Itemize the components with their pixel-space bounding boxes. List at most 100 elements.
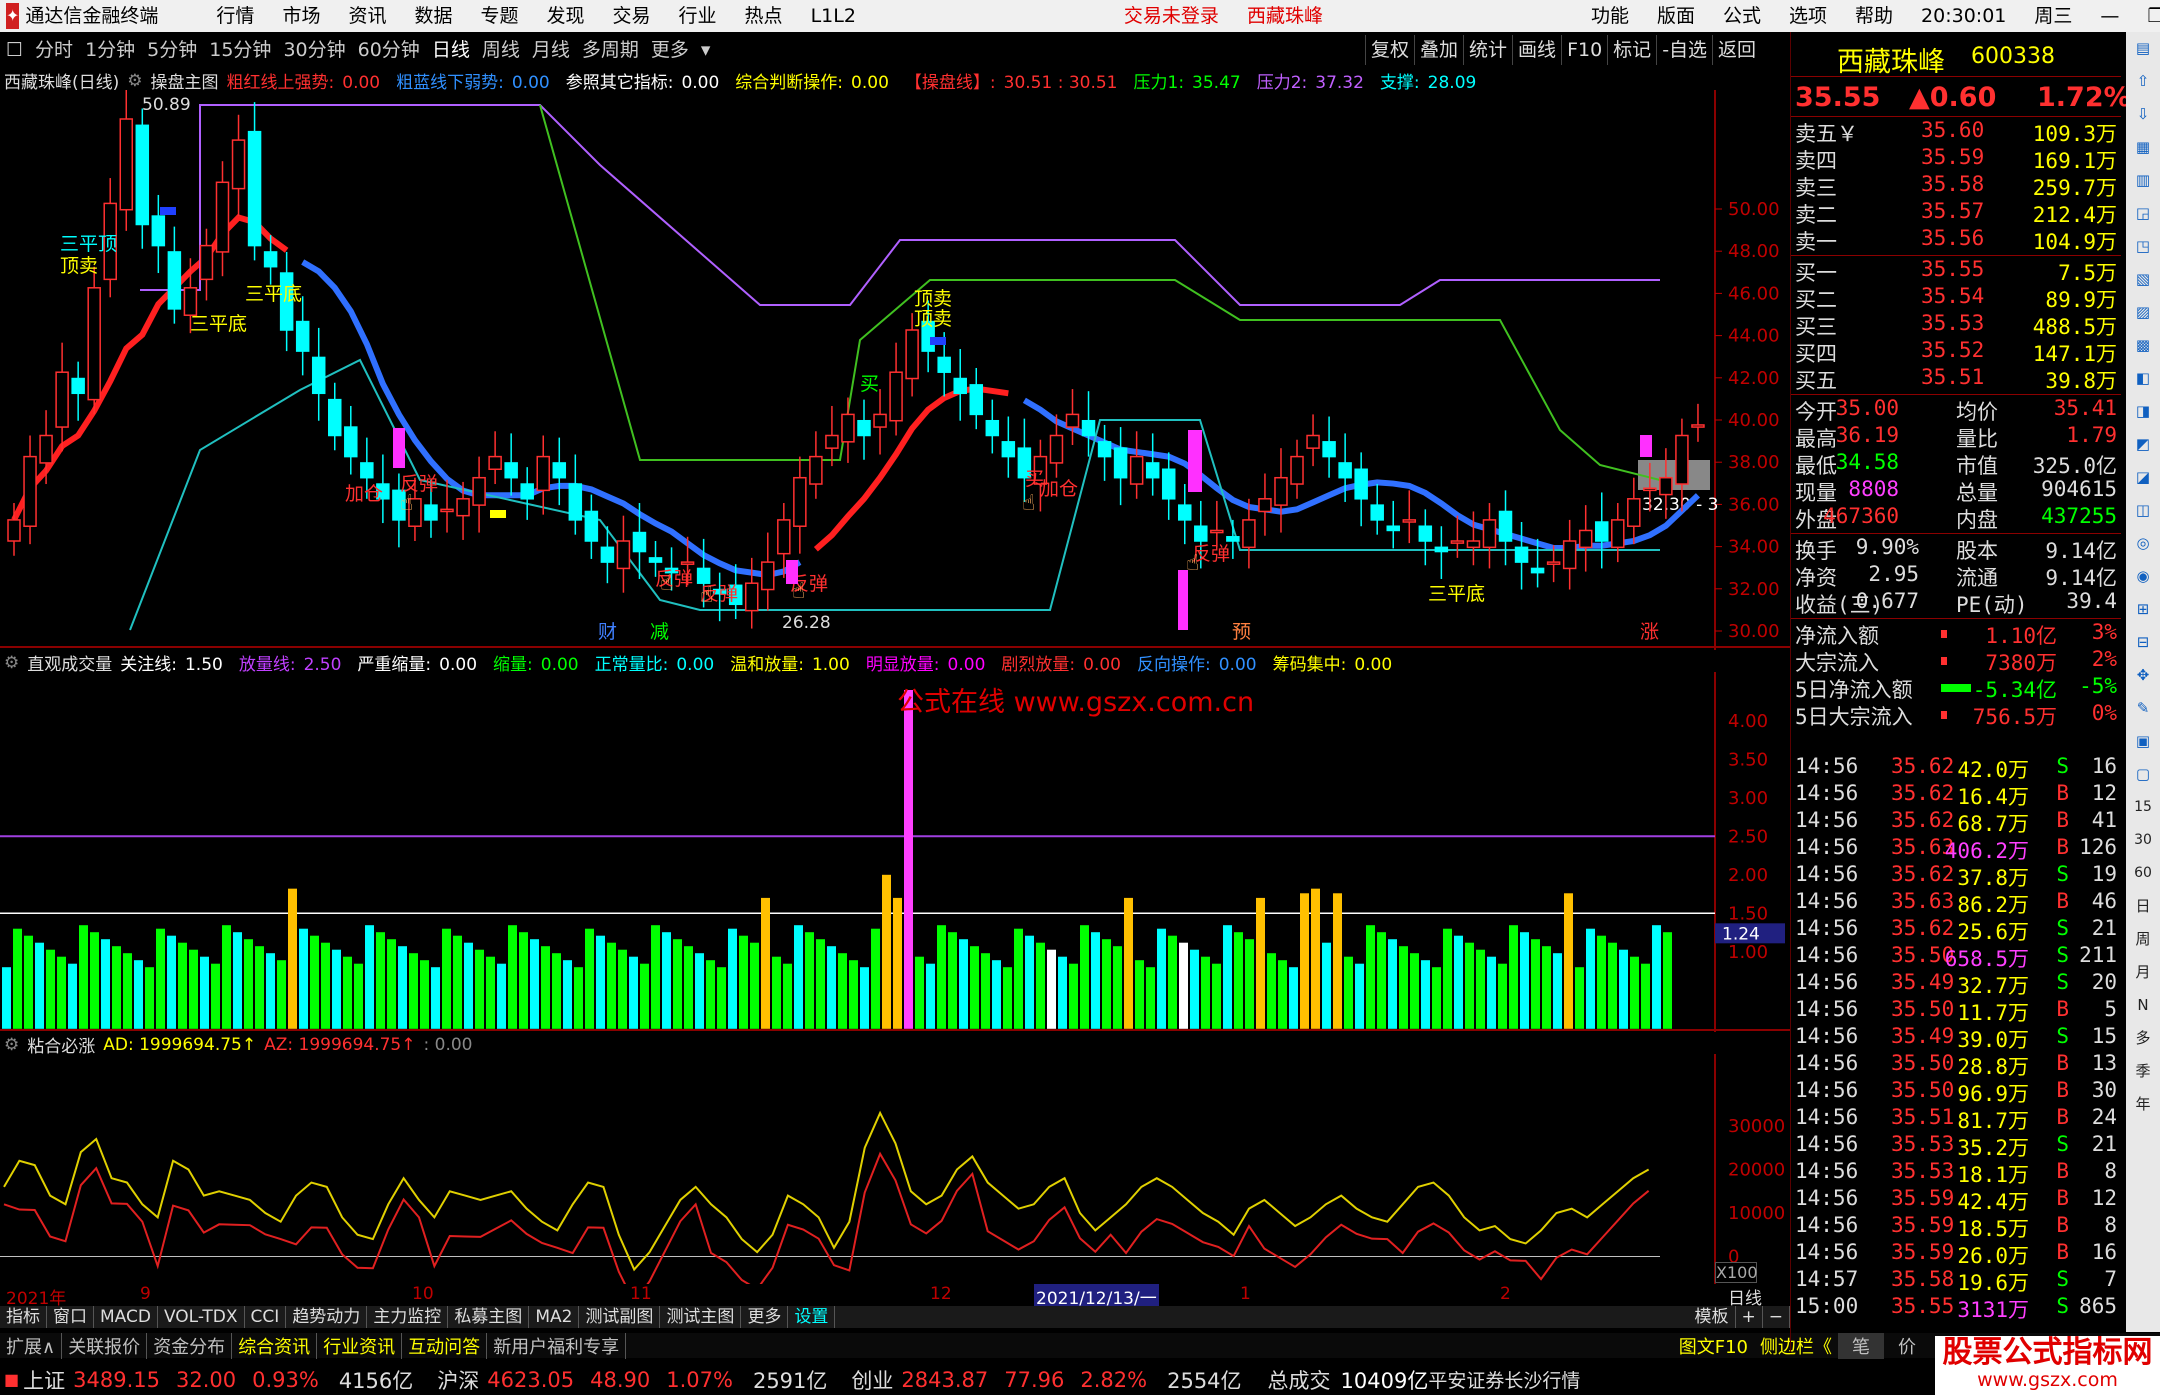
period-daily[interactable]: 日线 bbox=[426, 35, 476, 65]
zixuan-button[interactable]: -自选 bbox=[1656, 35, 1712, 65]
side-icon-6[interactable]: ◲ bbox=[2126, 197, 2160, 230]
period-30min[interactable]: 30分钟 bbox=[277, 35, 351, 65]
index-chuangye[interactable]: 创业 2843.87 77.96 2.82% 2554亿 bbox=[851, 1365, 1241, 1395]
side-period-month[interactable]: 月 bbox=[2126, 956, 2160, 989]
status-tab-kuozhan[interactable]: 扩展∧ bbox=[0, 1332, 63, 1359]
quote-row[interactable]: 卖二 35.57 212.4万 bbox=[1791, 199, 2119, 227]
candlestick-chart[interactable]: 50.00 48.00 46.00 44.00 42.00 40.00 38.00 36.00… bbox=[0, 90, 1790, 650]
side-icon-23[interactable]: ▢ bbox=[2126, 758, 2160, 791]
side-icon-19[interactable]: ⊟ bbox=[2126, 626, 2160, 659]
fuquan-button[interactable]: 复权 bbox=[1365, 35, 1414, 65]
side-period-year[interactable]: 年 bbox=[2126, 1088, 2160, 1121]
quote-row[interactable]: 买五 35.51 39.8万 bbox=[1791, 365, 2119, 393]
chevron-down-icon[interactable]: ▾ bbox=[695, 35, 717, 65]
side-icon-8[interactable]: ▧ bbox=[2126, 263, 2160, 296]
quote-row[interactable]: 外盘 467360 内盘 437255 bbox=[1791, 504, 2119, 532]
menu-item-zhuanti[interactable]: 专题 bbox=[466, 0, 532, 32]
period-1min[interactable]: 1分钟 bbox=[79, 35, 141, 65]
menu-item-faxian[interactable]: 发现 bbox=[533, 0, 599, 32]
side-icon-7[interactable]: ◳ bbox=[2126, 230, 2160, 263]
side-icon-18[interactable]: ⊞ bbox=[2126, 593, 2160, 626]
quote-row[interactable]: 换手 9.90% 股本 9.14亿 bbox=[1791, 535, 2119, 563]
quote-row[interactable]: 现量 8808 总量 904615 bbox=[1791, 477, 2119, 505]
period-15min[interactable]: 15分钟 bbox=[203, 35, 277, 65]
side-icon-25[interactable]: 30 bbox=[2126, 824, 2160, 857]
index-shangzheng[interactable]: ■ 上证 3489.15 32.00 0.93% 4156亿 bbox=[4, 1365, 413, 1395]
minimize-icon[interactable]: — bbox=[2086, 0, 2133, 32]
volume-chart[interactable]: 4.00 3.50 3.00 2.50 2.00 1.50 1.001.24 bbox=[0, 672, 1790, 1032]
menu-item-gongshi[interactable]: 公式 bbox=[1709, 0, 1775, 32]
f10-button[interactable]: F10 bbox=[1561, 35, 1607, 65]
side-icon-14[interactable]: ◪ bbox=[2126, 461, 2160, 494]
side-period-n[interactable]: N bbox=[2126, 989, 2160, 1022]
menu-item-hangqing[interactable]: 行情 bbox=[202, 0, 268, 32]
tab-chuangkou[interactable]: 窗口 bbox=[47, 1306, 94, 1328]
tab-zhibiao[interactable]: 指标 bbox=[0, 1306, 47, 1328]
menu-item-shuju[interactable]: 数据 bbox=[400, 0, 466, 32]
biaoji-button[interactable]: 标记 bbox=[1607, 35, 1656, 65]
tab-macd[interactable]: MACD bbox=[94, 1306, 158, 1328]
quote-row[interactable]: 卖一 35.56 104.9万 bbox=[1791, 226, 2119, 254]
menu-item-shichang[interactable]: 市场 bbox=[268, 0, 334, 32]
tab-cci[interactable]: CCI bbox=[245, 1306, 287, 1328]
side-icon-15[interactable]: ◫ bbox=[2126, 494, 2160, 527]
side-icon-2[interactable]: ⇧ bbox=[2126, 65, 2160, 98]
index-hushen[interactable]: 沪深 4623.05 48.90 1.07% 2591亿 bbox=[437, 1365, 827, 1395]
back-button[interactable]: 返回 bbox=[1712, 35, 1761, 65]
side-icon-12[interactable]: ◨ bbox=[2126, 395, 2160, 428]
quote-row[interactable]: 今开 35.00 均价 35.41 bbox=[1791, 396, 2119, 424]
quote-row[interactable]: 最低 34.58 市值 325.0亿 bbox=[1791, 450, 2119, 478]
settings-icon[interactable]: ⚙ bbox=[4, 653, 19, 673]
period-fenshi[interactable]: 分时 bbox=[29, 35, 79, 65]
tab-zhuli[interactable]: 主力监控 bbox=[367, 1306, 449, 1328]
tongji-button[interactable]: 统计 bbox=[1463, 35, 1512, 65]
quote-row[interactable]: 买二 35.54 89.9万 bbox=[1791, 284, 2119, 312]
side-icon-9[interactable]: ▨ bbox=[2126, 296, 2160, 329]
tab-qushi[interactable]: 趋势动力 bbox=[286, 1306, 368, 1328]
menu-item-redian[interactable]: 热点 bbox=[731, 0, 797, 32]
side-icon-4[interactable]: ▦ bbox=[2126, 131, 2160, 164]
f10-link[interactable]: 图文F10 bbox=[1673, 1333, 1754, 1359]
zoom-out-button[interactable]: − bbox=[1763, 1306, 1790, 1328]
quote-row[interactable]: 净资 2.95 流通 9.14亿 bbox=[1791, 562, 2119, 590]
side-icon-21[interactable]: ✎ bbox=[2126, 692, 2160, 725]
status-tab-zijin[interactable]: 资金分布 bbox=[147, 1332, 233, 1359]
template-button[interactable]: 模板 bbox=[1689, 1306, 1736, 1328]
side-icon-5[interactable]: ▥ bbox=[2126, 164, 2160, 197]
side-icon-24[interactable]: 15 bbox=[2126, 791, 2160, 824]
quote-row[interactable]: 买一 35.55 7.5万 bbox=[1791, 257, 2119, 285]
menu-item-banmian[interactable]: 版面 bbox=[1643, 0, 1709, 32]
period-60min[interactable]: 60分钟 bbox=[352, 35, 426, 65]
quote-row[interactable]: 净流入额 1.10亿 3% bbox=[1791, 620, 2119, 648]
quote-row[interactable]: 卖四 35.59 169.1万 bbox=[1791, 145, 2119, 173]
menu-item-jiaoyi[interactable]: 交易 bbox=[599, 0, 665, 32]
zoom-in-button[interactable]: + bbox=[1736, 1306, 1763, 1328]
tab-shezhi[interactable]: 设置 bbox=[788, 1306, 836, 1328]
side-icon-13[interactable]: ◩ bbox=[2126, 428, 2160, 461]
status-tab-hudong[interactable]: 互动问答 bbox=[402, 1332, 488, 1359]
grid-icon[interactable]: ☐ bbox=[0, 35, 29, 65]
tab-ceshizhutu[interactable]: 测试主图 bbox=[660, 1306, 742, 1328]
side-period-week[interactable]: 周 bbox=[2126, 923, 2160, 956]
side-icon-10[interactable]: ▩ bbox=[2126, 329, 2160, 362]
menu-item-gongneng[interactable]: 功能 bbox=[1577, 0, 1643, 32]
settings-icon[interactable]: ⚙ bbox=[4, 1035, 19, 1055]
ad-chart[interactable]: 3000020000100000 bbox=[0, 1054, 1790, 1284]
side-icon-22[interactable]: ▣ bbox=[2126, 725, 2160, 758]
period-5min[interactable]: 5分钟 bbox=[141, 35, 203, 65]
side-icon-3[interactable]: ⇩ bbox=[2126, 98, 2160, 131]
side-icon-16[interactable]: ◎ bbox=[2126, 527, 2160, 560]
side-icon-17[interactable]: ◉ bbox=[2126, 560, 2160, 593]
restore-icon[interactable]: ❐ bbox=[2133, 0, 2160, 32]
tab-ma2[interactable]: MA2 bbox=[529, 1306, 580, 1328]
login-status[interactable]: 交易未登录 bbox=[1110, 0, 1233, 32]
quote-row[interactable]: 大宗流入 7380万 2% bbox=[1791, 647, 2119, 675]
side-icon-20[interactable]: ✥ bbox=[2126, 659, 2160, 692]
tab-vol-tdx[interactable]: VOL-TDX bbox=[158, 1306, 245, 1328]
quote-row[interactable]: 收益(三) 0.677 PE(动) 39.4 bbox=[1791, 589, 2119, 617]
side-period-season[interactable]: 季 bbox=[2126, 1055, 2160, 1088]
menu-item-zixun[interactable]: 资讯 bbox=[334, 0, 400, 32]
quote-row[interactable]: 买三 35.53 488.5万 bbox=[1791, 311, 2119, 339]
side-period-day[interactable]: 日 bbox=[2126, 890, 2160, 923]
menu-item-bangzhu[interactable]: 帮助 bbox=[1841, 0, 1907, 32]
